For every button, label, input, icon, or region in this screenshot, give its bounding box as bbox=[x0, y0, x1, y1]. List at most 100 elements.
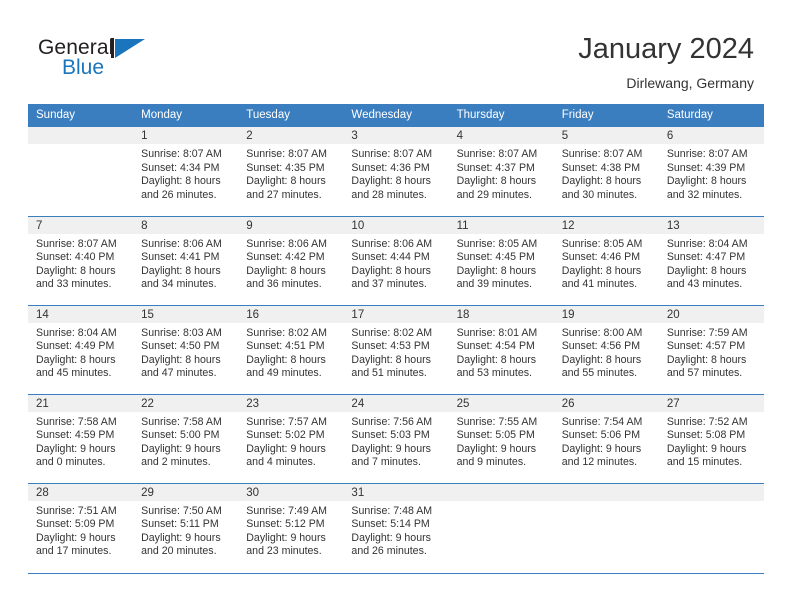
calendar-day-cell[interactable]: 15 Sunrise: 8:03 AM Sunset: 4:50 PM Dayligh… bbox=[133, 304, 239, 394]
day-number: 18 bbox=[448, 305, 554, 323]
calendar-day-cell[interactable]: 25 Sunrise: 7:55 AM Sunset: 5:05 PM Dayligh… bbox=[448, 393, 554, 483]
sunrise-text: Sunrise: 8:07 AM bbox=[141, 148, 222, 160]
daylight-text-line1: Daylight: 8 hours bbox=[351, 175, 431, 188]
day-details: Sunrise: 8:07 AM Sunset: 4:34 PM Daylight:… bbox=[133, 144, 238, 202]
calendar-day-cell[interactable]: 22 Sunrise: 7:58 AM Sunset: 5:00 PM Dayligh… bbox=[133, 393, 239, 483]
calendar-day-cell[interactable]: 10 Sunrise: 8:06 AM Sunset: 4:44 PM Dayligh… bbox=[343, 215, 449, 305]
calendar-week-row: 28 Sunrise: 7:51 AM Sunset: 5:09 PM Dayligh… bbox=[28, 482, 764, 572]
sunset-text: Sunset: 5:02 PM bbox=[246, 429, 325, 442]
daylight-text-line2: and 49 minutes. bbox=[246, 367, 322, 380]
sunrise-text: Sunrise: 8:07 AM bbox=[351, 148, 433, 160]
sunrise-text: Sunrise: 8:06 AM bbox=[141, 237, 222, 250]
daylight-text-line1: Daylight: 8 hours bbox=[666, 353, 747, 366]
calendar-day-cell[interactable]: 18 Sunrise: 8:01 AM Sunset: 4:54 PM Dayligh… bbox=[448, 304, 554, 394]
calendar-day-cell[interactable]: 7 Sunrise: 8:07 AM Sunset: 4:40 PM Daylight… bbox=[28, 215, 134, 305]
sunrise-text: Sunrise: 7:56 AM bbox=[351, 415, 433, 428]
sunset-text: Sunset: 5:12 PM bbox=[246, 518, 325, 531]
day-number: 6 bbox=[658, 127, 764, 144]
calendar-day-cell[interactable]: 2 Sunrise: 8:07 AM Sunset: 4:35 PM Daylight… bbox=[238, 127, 344, 216]
calendar-day-cell[interactable]: 11 Sunrise: 8:05 AM Sunset: 4:45 PM Dayligh… bbox=[448, 215, 554, 305]
day-details: Sunrise: 7:49 AM Sunset: 5:12 PM Daylight:… bbox=[238, 501, 343, 559]
day-details: Sunrise: 8:00 AM Sunset: 4:56 PM Daylight:… bbox=[554, 323, 659, 381]
day-details: Sunrise: 7:54 AM Sunset: 5:06 PM Daylight:… bbox=[554, 412, 659, 470]
sunset-text: Sunset: 4:50 PM bbox=[141, 340, 220, 353]
calendar-day-cell[interactable]: 27 Sunrise: 7:52 AM Sunset: 5:08 PM Dayligh… bbox=[658, 393, 764, 483]
daylight-text-line1: Daylight: 9 hours bbox=[561, 442, 642, 455]
day-number: 31 bbox=[343, 483, 449, 501]
sunrise-text: Sunrise: 7:58 AM bbox=[141, 415, 222, 428]
day-number: 14 bbox=[28, 305, 134, 323]
day-number: 17 bbox=[343, 305, 449, 323]
calendar-day-cell[interactable]: 9 Sunrise: 8:06 AM Sunset: 4:42 PM Daylight… bbox=[238, 215, 344, 305]
daylight-text-line2: and 34 minutes. bbox=[141, 278, 217, 291]
day-details: Sunrise: 8:07 AM Sunset: 4:37 PM Daylight:… bbox=[449, 144, 554, 202]
page-subtitle: Dirlewang, Germany bbox=[626, 75, 754, 91]
daylight-text-line2: and 30 minutes. bbox=[561, 188, 638, 201]
calendar-day-cell[interactable]: 28 Sunrise: 7:51 AM Sunset: 5:09 PM Dayligh… bbox=[28, 482, 134, 572]
calendar-day-cell[interactable]: 30 Sunrise: 7:49 AM Sunset: 5:12 PM Dayligh… bbox=[238, 482, 344, 572]
calendar-day-cell[interactable]: 16 Sunrise: 8:02 AM Sunset: 4:51 PM Dayligh… bbox=[238, 304, 344, 394]
calendar-day-cell[interactable]: 24 Sunrise: 7:56 AM Sunset: 5:03 PM Dayligh… bbox=[343, 393, 449, 483]
daylight-text-line2: and 37 minutes. bbox=[351, 278, 427, 291]
calendar-day-cell[interactable]: 3 Sunrise: 8:07 AM Sunset: 4:36 PM Daylight… bbox=[343, 127, 449, 216]
sunrise-text: Sunrise: 8:07 AM bbox=[36, 237, 117, 250]
daylight-text-line1: Daylight: 8 hours bbox=[36, 353, 116, 366]
daylight-text-line2: and 28 minutes. bbox=[351, 188, 427, 201]
sunrise-text: Sunrise: 8:01 AM bbox=[456, 326, 538, 339]
day-details: Sunrise: 8:01 AM Sunset: 4:54 PM Daylight:… bbox=[449, 323, 554, 381]
sunrise-text: Sunrise: 7:51 AM bbox=[36, 504, 117, 517]
calendar-week-row: 21 Sunrise: 7:58 AM Sunset: 4:59 PM Dayligh… bbox=[28, 393, 764, 483]
calendar-day-cell[interactable]: 17 Sunrise: 8:02 AM Sunset: 4:53 PM Dayligh… bbox=[343, 304, 449, 394]
calendar-day-cell[interactable]: 8 Sunrise: 8:06 AM Sunset: 4:41 PM Daylight… bbox=[133, 215, 239, 305]
sunset-text: Sunset: 5:08 PM bbox=[666, 429, 746, 442]
day-number: 16 bbox=[238, 305, 344, 323]
day-number: 4 bbox=[448, 127, 554, 144]
daylight-text-line1: Daylight: 9 hours bbox=[666, 442, 747, 455]
calendar-day-cell[interactable]: 20 Sunrise: 7:59 AM Sunset: 4:57 PM Dayligh… bbox=[658, 304, 764, 394]
calendar-day-cell[interactable]: 13 Sunrise: 8:04 AM Sunset: 4:47 PM Dayligh… bbox=[658, 215, 764, 305]
calendar-day-cell[interactable]: 4 Sunrise: 8:07 AM Sunset: 4:37 PM Daylight… bbox=[448, 127, 554, 216]
calendar-week-row: 1 Sunrise: 8:07 AM Sunset: 4:34 PM Daylight… bbox=[28, 127, 764, 216]
day-details: Sunrise: 8:06 AM Sunset: 4:44 PM Daylight:… bbox=[343, 234, 448, 292]
daylight-text-line2: and 57 minutes. bbox=[666, 367, 743, 380]
daylight-text-line2: and 2 minutes. bbox=[141, 456, 211, 469]
calendar-day-cell[interactable]: 29 Sunrise: 7:50 AM Sunset: 5:11 PM Dayligh… bbox=[133, 482, 239, 572]
day-details: Sunrise: 7:51 AM Sunset: 5:09 PM Daylight:… bbox=[28, 501, 133, 559]
calendar-day-cell[interactable]: 1 Sunrise: 8:07 AM Sunset: 4:34 PM Daylight… bbox=[133, 127, 239, 216]
calendar-day-cell[interactable]: 19 Sunrise: 8:00 AM Sunset: 4:56 PM Dayligh… bbox=[553, 304, 659, 394]
calendar-day-cell[interactable]: 14 Sunrise: 8:04 AM Sunset: 4:49 PM Dayligh… bbox=[28, 304, 134, 394]
daylight-text-line1: Daylight: 9 hours bbox=[141, 531, 221, 544]
calendar-day-cell[interactable]: 26 Sunrise: 7:54 AM Sunset: 5:06 PM Dayligh… bbox=[553, 393, 659, 483]
daylight-text-line1: Daylight: 8 hours bbox=[246, 264, 326, 277]
calendar-page: General Blue January 2024 Dirlewang, Ger… bbox=[0, 0, 792, 612]
daylight-text-line1: Daylight: 8 hours bbox=[351, 264, 431, 277]
calendar-day-cell[interactable]: 23 Sunrise: 7:57 AM Sunset: 5:02 PM Dayligh… bbox=[238, 393, 344, 483]
weekday-header-saturday: Saturday bbox=[658, 104, 764, 127]
weekday-header-sunday: Sunday bbox=[28, 104, 134, 127]
sunrise-text: Sunrise: 8:07 AM bbox=[561, 148, 643, 160]
day-details: Sunrise: 7:50 AM Sunset: 5:11 PM Daylight:… bbox=[133, 501, 238, 559]
calendar-day-cell[interactable]: 6 Sunrise: 8:07 AM Sunset: 4:39 PM Daylight… bbox=[658, 127, 764, 216]
day-details: Sunrise: 8:05 AM Sunset: 4:45 PM Daylight:… bbox=[449, 234, 554, 292]
calendar-day-cell[interactable]: 12 Sunrise: 8:05 AM Sunset: 4:46 PM Dayligh… bbox=[553, 215, 659, 305]
daylight-text-line2: and 9 minutes. bbox=[456, 456, 527, 469]
daylight-text-line1: Daylight: 9 hours bbox=[351, 442, 431, 455]
sunset-text: Sunset: 4:39 PM bbox=[666, 161, 746, 174]
daylight-text-line1: Daylight: 8 hours bbox=[246, 353, 326, 366]
sunrise-text: Sunrise: 8:07 AM bbox=[246, 148, 327, 160]
calendar-day-cell[interactable]: 5 Sunrise: 8:07 AM Sunset: 4:38 PM Daylight… bbox=[553, 127, 659, 216]
day-details: Sunrise: 8:06 AM Sunset: 4:41 PM Daylight:… bbox=[133, 234, 238, 292]
calendar-table: Sunday Monday Tuesday Wednesday Thursday… bbox=[28, 104, 764, 572]
daylight-text-line2: and 51 minutes. bbox=[351, 367, 427, 380]
sunset-text: Sunset: 4:42 PM bbox=[246, 251, 325, 264]
calendar-day-cell[interactable]: 31 Sunrise: 7:48 AM Sunset: 5:14 PM Dayligh… bbox=[343, 482, 449, 572]
day-number: 30 bbox=[238, 483, 344, 501]
day-number: 25 bbox=[448, 394, 554, 412]
day-number: 15 bbox=[133, 305, 239, 323]
sunrise-text: Sunrise: 7:48 AM bbox=[351, 504, 433, 517]
daylight-text-line2: and 17 minutes. bbox=[36, 545, 112, 558]
calendar-day-cell[interactable]: 21 Sunrise: 7:58 AM Sunset: 4:59 PM Dayligh… bbox=[28, 393, 134, 483]
sunrise-text: Sunrise: 8:04 AM bbox=[36, 326, 117, 339]
sunrise-text: Sunrise: 8:07 AM bbox=[666, 148, 748, 160]
sunset-text: Sunset: 4:35 PM bbox=[246, 161, 325, 174]
